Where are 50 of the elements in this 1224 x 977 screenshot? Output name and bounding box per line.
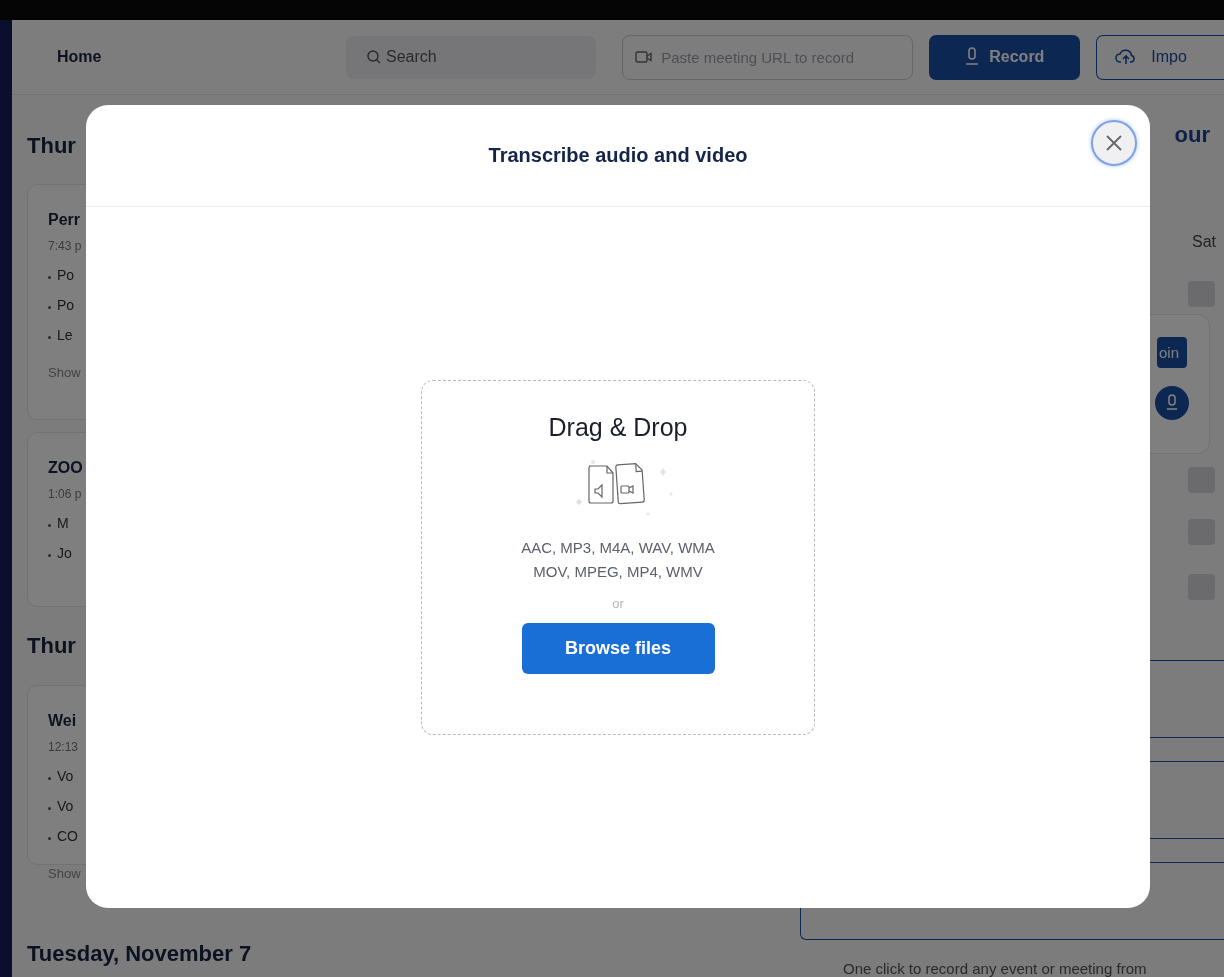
bullet-dot-icon — [48, 553, 51, 557]
drop-zone-title: Drag & Drop — [548, 413, 688, 442]
bullet-dot-icon — [48, 523, 51, 527]
date-heading: Thur — [27, 633, 76, 659]
summary-bullet: M — [57, 515, 69, 531]
weekday-label: Sat — [1192, 233, 1216, 251]
bullet-dot-icon — [48, 776, 51, 780]
meeting-title[interactable]: Perr — [48, 211, 81, 229]
summary-bullet: CO — [57, 828, 78, 844]
bullet-dot-icon — [48, 275, 51, 279]
meeting-time: 7:43 p — [48, 239, 82, 253]
or-separator: or — [612, 596, 624, 611]
show-more-link[interactable]: Show — [48, 866, 81, 881]
search-field[interactable]: Search — [346, 35, 597, 79]
supported-formats-text: AAC, MP3, M4A, WAV, WMA — [521, 539, 715, 556]
bullet-dot-icon — [48, 836, 51, 840]
promo-text: One click to record any event or meeting from — [842, 960, 1147, 977]
video-camera-icon — [635, 50, 654, 64]
summary-bullet: Le — [57, 327, 73, 343]
microphone-icon — [965, 47, 980, 67]
close-icon — [1105, 134, 1123, 152]
summary-bullet: Po — [57, 297, 75, 313]
bullet-dot-icon — [48, 806, 51, 810]
search-icon — [366, 49, 382, 65]
meeting-title[interactable]: ZOO — [48, 459, 83, 477]
meeting-time: 1:06 p — [48, 487, 82, 501]
home-title[interactable]: Home — [57, 48, 346, 66]
drop-zone[interactable]: Drag & Drop AAC, MP3, M4A, WAV, WMA MOV, MPEG, MP4, WMV or Browse files — [421, 380, 815, 735]
dialog-title: Transcribe audio and video — [488, 144, 748, 167]
date-heading: Tuesday, November 7 — [27, 941, 252, 967]
bullet-dot-icon — [48, 335, 51, 339]
date-heading: Thur — [27, 133, 76, 159]
summary-bullet: Jo — [57, 545, 72, 561]
show-more-link[interactable]: Show — [48, 365, 81, 380]
join-button[interactable]: oin — [1156, 337, 1187, 368]
meeting-time: 12:13 — [48, 740, 79, 754]
meeting-title[interactable]: Wei — [48, 712, 77, 730]
record-button[interactable]: Record — [929, 34, 1081, 80]
bullet-dot-icon — [48, 305, 51, 309]
cloud-upload-icon — [1115, 48, 1138, 66]
close-button[interactable] — [1091, 120, 1137, 166]
import-button[interactable]: Impo — [1096, 34, 1224, 80]
microphone-button[interactable] — [1155, 386, 1189, 420]
summary-bullet: Po — [57, 267, 75, 283]
calendar-title: our — [1174, 122, 1210, 148]
summary-bullet: Vo — [57, 768, 74, 784]
microphone-icon — [1166, 394, 1178, 412]
summary-bullet: Vo — [57, 798, 74, 814]
supported-formats-text: MOV, MPEG, MP4, WMV — [533, 563, 703, 580]
browse-files-button[interactable]: Browse files — [521, 623, 715, 674]
